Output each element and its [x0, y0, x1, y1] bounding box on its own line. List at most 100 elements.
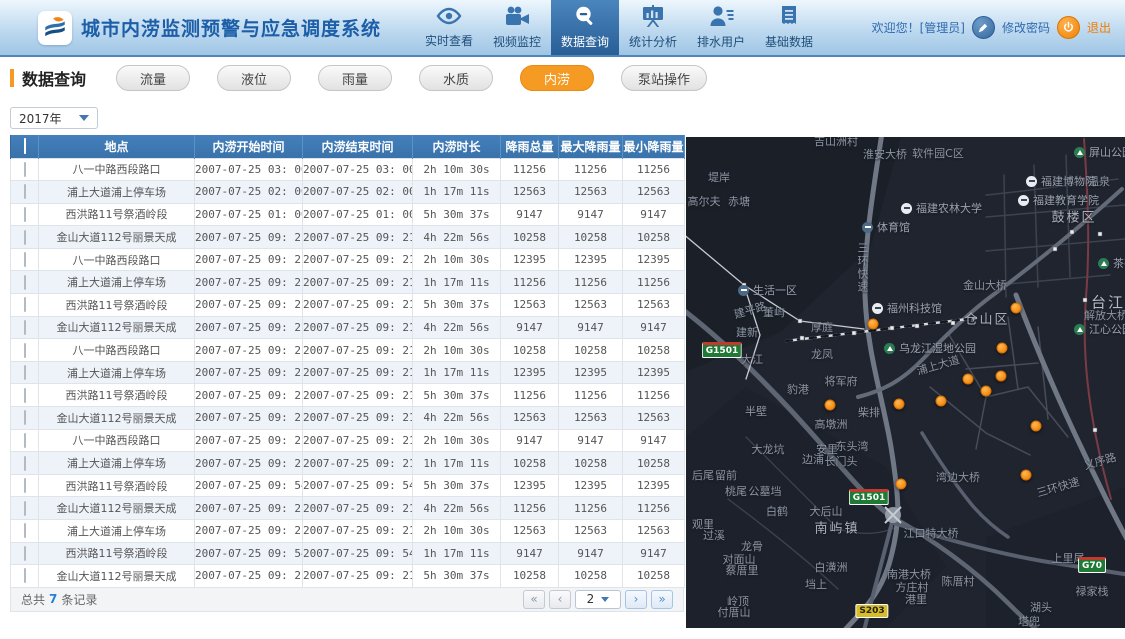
flood-point-marker[interactable]: [867, 318, 879, 330]
map-poi: 茶亭公园: [1098, 255, 1125, 271]
tab-内涝[interactable]: 内涝: [520, 65, 595, 91]
table-row[interactable]: 西洪路11号祭酒岭段 2007-07-25 09: 21 2007-07-25 09…: [10, 383, 685, 408]
row-checkbox[interactable]: [23, 478, 26, 494]
row-checkbox[interactable]: [23, 229, 26, 245]
map-label: 南屿镇: [814, 521, 860, 537]
flood-map[interactable]: 吉山洲村 淮安大桥 软件园C区 温泉 堤岸 高尔夫 赤塘 鼓楼区 金山大桥 台江 解放大桥 三环快速建…: [686, 137, 1125, 628]
flood-point-marker[interactable]: [824, 399, 836, 411]
map-label: 江口特大桥: [903, 527, 959, 540]
year-select[interactable]: 2017年: [10, 107, 98, 129]
flood-point-marker[interactable]: [996, 342, 1008, 354]
row-checkbox[interactable]: [23, 342, 26, 358]
prev-page-button[interactable]: ‹: [549, 589, 571, 609]
flood-point-marker[interactable]: [1020, 469, 1032, 481]
tab-流量[interactable]: 流量: [116, 65, 191, 91]
change-password-link[interactable]: 修改密码: [1002, 19, 1050, 36]
row-checkbox[interactable]: [23, 161, 26, 177]
table-row[interactable]: 浦上大道浦上停车场 2007-07-25 09: 21 2007-07-25 09:…: [10, 360, 685, 385]
logout-link[interactable]: 退出: [1087, 19, 1111, 36]
map-label: 金山大桥: [963, 279, 1007, 292]
tab-雨量[interactable]: 雨量: [318, 65, 393, 91]
flood-point-marker[interactable]: [962, 373, 974, 385]
tab-泵站操作[interactable]: 泵站操作: [621, 65, 708, 91]
table-row[interactable]: 八一中路西段路口 2007-07-25 03: 00 2007-07-25 03: …: [10, 157, 685, 182]
table-row[interactable]: 金山大道112号丽景天成 2007-07-25 09: 21 2007-07-25 …: [10, 406, 685, 430]
flood-point-marker[interactable]: [995, 370, 1007, 382]
flood-point-marker[interactable]: [893, 398, 905, 410]
cell: 浦上大道浦上停车场: [38, 360, 195, 385]
row-checkbox[interactable]: [23, 523, 26, 539]
cell: 11256: [500, 270, 559, 295]
row-checkbox[interactable]: [23, 410, 26, 426]
nav-item-realtime[interactable]: 实时查看: [415, 0, 483, 55]
row-checkbox[interactable]: [23, 432, 26, 448]
table-row[interactable]: 八一中路西段路口 2007-07-25 09: 21 2007-07-25 09: …: [10, 338, 685, 362]
table-row[interactable]: 八一中路西段路口 2007-07-25 09: 21 2007-07-25 09: …: [10, 428, 685, 453]
table-row[interactable]: 浦上大道浦上停车场 2007-07-25 02: 00 2007-07-25 02:…: [10, 180, 685, 204]
map-label: 边浦: [802, 453, 824, 466]
nav-item-basedata[interactable]: 基础数据: [755, 0, 823, 55]
column-header: 地点: [38, 135, 195, 158]
cell: 八一中路西段路口: [38, 157, 195, 182]
flood-point-marker[interactable]: [935, 395, 947, 407]
table-row[interactable]: 西洪路11号祭酒岭段 2007-07-25 09: 54 2007-07-25 09…: [10, 541, 685, 566]
row-checkbox[interactable]: [23, 252, 26, 268]
row-checkbox[interactable]: [23, 387, 26, 403]
table-row[interactable]: 金山大道112号丽景天成 2007-07-25 09: 21 2007-07-25 …: [10, 315, 685, 340]
row-checkbox[interactable]: [23, 455, 26, 471]
last-page-button[interactable]: »: [651, 589, 673, 609]
map-label: 港里: [905, 593, 927, 606]
logout-icon[interactable]: [1056, 16, 1080, 39]
map-label: 龙凤: [811, 348, 833, 361]
nav-item-video[interactable]: 视频监控: [483, 0, 551, 55]
user-area: 欢迎您！[管理员] 修改密码 退出: [872, 0, 1125, 55]
row-checkbox[interactable]: [23, 319, 26, 335]
table-row[interactable]: 西洪路11号祭酒岭段 2007-07-25 09: 54 2007-07-25 09…: [10, 473, 685, 498]
table-row[interactable]: 西洪路11号祭酒岭段 2007-07-25 01: 00 2007-07-25 01…: [10, 202, 685, 227]
map-poi: 福州科技馆: [872, 300, 942, 316]
select-all-checkbox[interactable]: [23, 138, 26, 155]
flood-point-marker[interactable]: [1030, 420, 1042, 432]
cell: 2007-07-25 09: 54: [194, 473, 303, 498]
row-checkbox[interactable]: [23, 568, 26, 584]
row-checkbox[interactable]: [23, 184, 26, 200]
table-row[interactable]: 金山大道112号丽景天成 2007-07-25 09: 21 2007-07-25 …: [10, 564, 685, 588]
row-checkbox[interactable]: [23, 365, 26, 381]
table-row[interactable]: 西洪路11号祭酒岭段 2007-07-25 09: 21 2007-07-25 09…: [10, 293, 685, 317]
table-row[interactable]: 浦上大道浦上停车场 2007-07-25 09: 21 2007-07-25 09:…: [10, 451, 685, 475]
nav-item-stats[interactable]: 统计分析: [619, 0, 687, 55]
table-row[interactable]: 金山大道112号丽景天成 2007-07-25 09: 21 2007-07-25 …: [10, 496, 685, 520]
nav-item-drainuser[interactable]: 排水用户: [687, 0, 755, 55]
poi-icon: [1018, 194, 1029, 206]
next-page-button[interactable]: ›: [625, 589, 647, 609]
table-row[interactable]: 金山大道112号丽景天成 2007-07-25 09: 21 2007-07-25 …: [10, 225, 685, 249]
tab-液位[interactable]: 液位: [217, 65, 292, 91]
cell: 西洪路11号祭酒岭段: [38, 541, 195, 566]
cell: 10258: [622, 451, 685, 475]
tab-水质[interactable]: 水质: [419, 65, 494, 91]
row-checkbox[interactable]: [23, 206, 26, 222]
table-row[interactable]: 浦上大道浦上停车场 2007-07-25 09: 21 2007-07-25 09:…: [10, 270, 685, 295]
sub-bar: 数据查询 流量 液位 雨量 水质 内涝 泵站操作: [0, 57, 1125, 99]
nav-item-dataquery[interactable]: 数据查询: [551, 0, 620, 55]
cell: 2h 10m 30s: [412, 247, 501, 272]
cell: 2007-07-25 09: 21: [302, 225, 413, 249]
page-select[interactable]: 2: [575, 589, 621, 609]
row-checkbox[interactable]: [23, 274, 26, 290]
flood-point-marker[interactable]: [895, 478, 907, 490]
flood-point-marker[interactable]: [1010, 302, 1022, 314]
table-row[interactable]: 八一中路西段路口 2007-07-25 09: 21 2007-07-25 09: …: [10, 247, 685, 272]
first-page-button[interactable]: «: [523, 589, 545, 609]
flood-point-marker[interactable]: [980, 385, 992, 397]
row-checkbox[interactable]: [23, 500, 26, 516]
cell: 1h 17m 11s: [412, 270, 501, 295]
map-label: 付厝山: [717, 606, 751, 619]
cell: 2007-07-25 09: 21: [194, 428, 303, 453]
change-password-icon[interactable]: [971, 16, 995, 39]
table-row[interactable]: 浦上大道浦上停车场 2007-07-25 09: 21 2007-07-25 09:…: [10, 519, 685, 543]
row-checkbox[interactable]: [23, 545, 26, 561]
cell: 2h 10m 30s: [412, 428, 501, 453]
cell: 9147: [558, 428, 623, 453]
row-checkbox[interactable]: [23, 297, 26, 313]
road-shield: G1501: [848, 489, 890, 505]
